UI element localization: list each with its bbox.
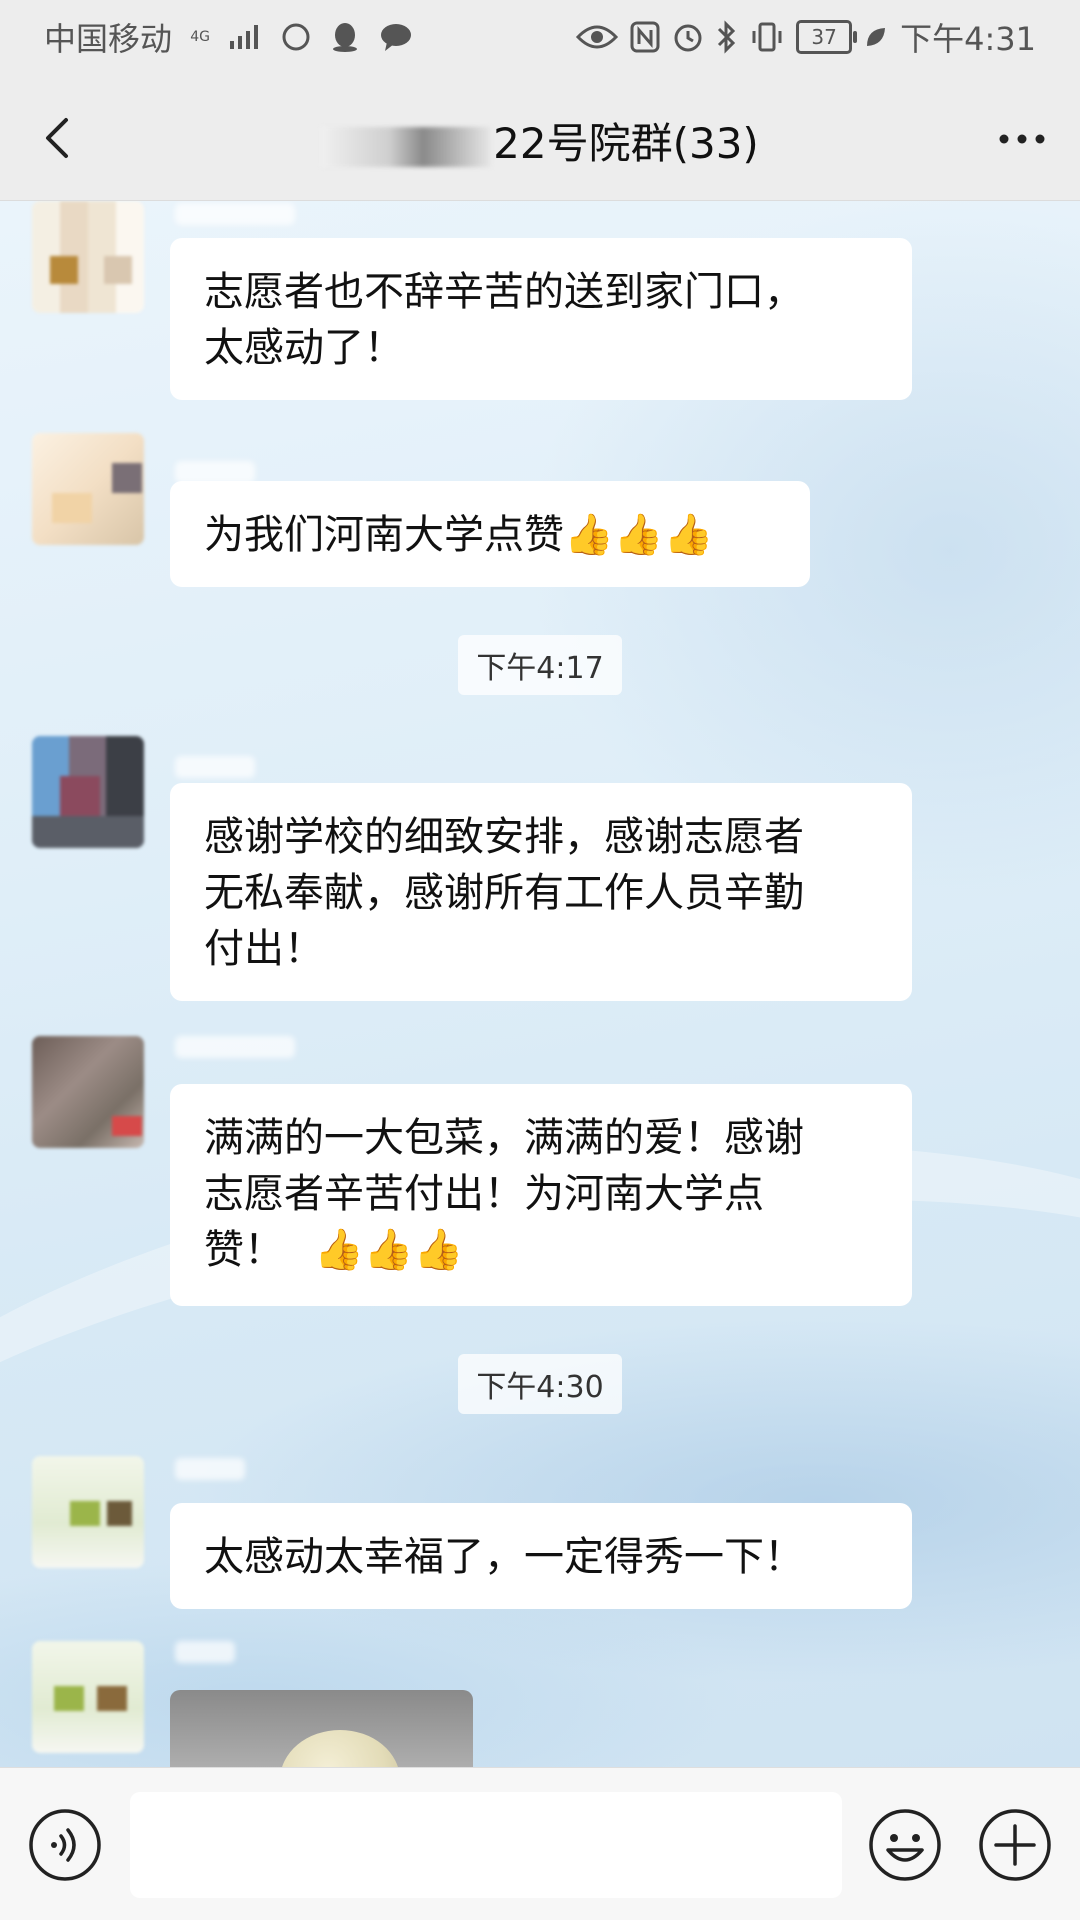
redacted-title-part [321, 126, 492, 167]
status-left: 中国移动 4G [44, 14, 413, 60]
signal-icon [230, 25, 259, 49]
qq-icon [333, 23, 358, 52]
timestamp: 下午4:30 [0, 1354, 1080, 1414]
nickname-redacted [175, 756, 255, 778]
chat-bubble-icon [380, 24, 411, 51]
thumbs-up-icon: 👍👍👍 [314, 1227, 464, 1273]
chat-header: 22号院群(33) [0, 76, 1080, 201]
chat-title: 22号院群(33) [0, 110, 1080, 171]
network-icon: 4G [190, 29, 210, 45]
carrier-label: 中国移动 [44, 20, 173, 58]
vibrate-icon [752, 22, 782, 52]
avatar[interactable] [32, 1456, 144, 1568]
input-bar [0, 1767, 1080, 1920]
more-dots-icon[interactable] [992, 114, 1052, 164]
message-bubble[interactable]: 志愿者也不辞辛苦的送到家门口， 太感动了！ [170, 238, 912, 400]
chat-message-list[interactable]: 志愿者也不辞辛苦的送到家门口， 太感动了！ 为我们河南大学点赞👍👍👍 下午4:1… [0, 201, 1080, 1767]
emoji-icon[interactable] [868, 1808, 942, 1882]
message-text: 为我们河南大学点赞 [204, 512, 564, 558]
nickname-redacted [175, 1641, 235, 1663]
message-text: 志愿者也不辞辛苦的送到家门口， 太感动了！ [204, 269, 804, 371]
message-text: 感谢学校的细致安排，感谢志愿者 无私奉献，感谢所有工作人员辛勤 付出！ [204, 814, 804, 972]
add-plus-icon[interactable] [978, 1808, 1052, 1882]
message-bubble[interactable]: 为我们河南大学点赞👍👍👍 [170, 481, 810, 587]
nickname-redacted [175, 1458, 245, 1480]
leaf-icon [867, 28, 886, 46]
alarm-icon [674, 24, 702, 52]
status-right: 37 下午4:31 [576, 14, 1036, 60]
chat-title-text: 22号院群(33) [493, 119, 759, 168]
eye-icon [576, 25, 619, 49]
thumbs-up-icon: 👍👍👍 [564, 512, 714, 558]
message-text: 太感动太幸福了，一定得秀一下！ [204, 1534, 804, 1580]
avatar[interactable] [32, 201, 144, 313]
message-bubble[interactable]: 满满的一大包菜，满满的爱！感谢 志愿者辛苦付出！为河南大学点 赞！ 👍👍👍 [170, 1084, 912, 1306]
bluetooth-icon [718, 20, 736, 54]
avatar[interactable] [32, 1641, 144, 1753]
battery-indicator: 37 [796, 20, 858, 54]
avatar[interactable] [32, 736, 144, 848]
timestamp-label: 下午4:17 [458, 635, 622, 695]
message-input[interactable] [130, 1792, 842, 1898]
image-message[interactable] [170, 1690, 473, 1767]
nickname-redacted [175, 461, 255, 483]
nickname-redacted [175, 203, 295, 225]
nfc-icon [630, 21, 660, 53]
status-bar: 中国移动 4G 37 下午4:31 [0, 0, 1080, 76]
voice-icon[interactable] [28, 1808, 102, 1882]
status-time: 下午4:31 [900, 20, 1036, 58]
nickname-redacted [175, 1036, 295, 1058]
timestamp-label: 下午4:30 [458, 1354, 622, 1414]
sync-icon [282, 23, 310, 51]
timestamp: 下午4:17 [0, 635, 1080, 695]
message-bubble[interactable]: 感谢学校的细致安排，感谢志愿者 无私奉献，感谢所有工作人员辛勤 付出！ [170, 783, 912, 1001]
message-bubble[interactable]: 太感动太幸福了，一定得秀一下！ [170, 1503, 912, 1609]
avatar[interactable] [32, 433, 144, 545]
cauliflower-image [280, 1730, 400, 1767]
avatar[interactable] [32, 1036, 144, 1148]
message-text: 满满的一大包菜，满满的爱！感谢 志愿者辛苦付出！为河南大学点 赞！ [204, 1115, 804, 1273]
